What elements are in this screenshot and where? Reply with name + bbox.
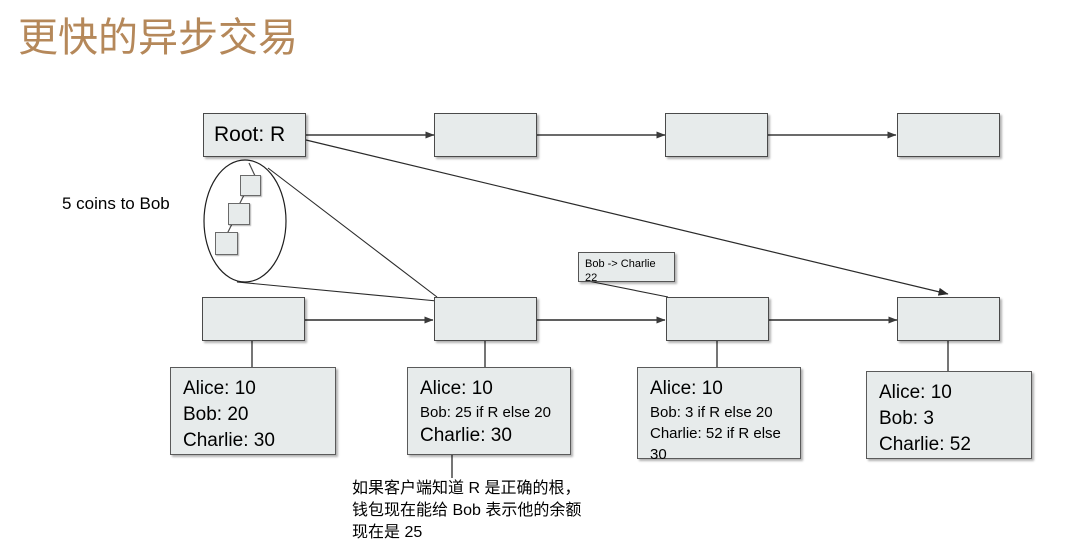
balance-line: Bob: 3 if R else 20 bbox=[650, 404, 773, 421]
bottom-chain-node-4[interactable] bbox=[897, 297, 1000, 341]
transaction-box[interactable]: Bob -> Charlie 22 bbox=[578, 252, 675, 284]
balance-line: Alice: 10 bbox=[420, 378, 493, 399]
balance-line: Charlie: 52 bbox=[879, 434, 971, 455]
balance-line: Charlie: 30 bbox=[183, 430, 275, 451]
balance-line: Bob: 3 bbox=[879, 408, 934, 429]
balance-box-3[interactable]: Alice: 10 Bob: 3 if R else 20 Charlie: 5… bbox=[637, 367, 801, 463]
top-chain-node-1[interactable] bbox=[434, 113, 537, 157]
connector-layer bbox=[203, 131, 949, 478]
balance-line: Alice: 10 bbox=[183, 378, 256, 399]
top-chain-node-3[interactable] bbox=[897, 113, 1000, 157]
balance-line: Bob: 25 if R else 20 bbox=[420, 404, 551, 421]
caption-line-3: 现在是 25 bbox=[352, 524, 423, 541]
balance-box-4[interactable]: Alice: 10 Bob: 3 Charlie: 52 bbox=[866, 371, 1032, 459]
balance-line: Charlie: 30 bbox=[420, 425, 512, 446]
bottom-chain-node-3[interactable] bbox=[666, 297, 769, 341]
caption-line-1: 如果客户端知道 R 是正确的根， bbox=[352, 480, 581, 497]
callout-label: 5 coins to Bob bbox=[62, 194, 170, 213]
balance-line: 30 bbox=[650, 446, 667, 463]
bottom-chain-node-2[interactable] bbox=[434, 297, 537, 341]
callout-line-upper bbox=[267, 167, 438, 298]
bottom-chain-node-1[interactable] bbox=[202, 297, 305, 341]
mini-block-2 bbox=[228, 203, 250, 225]
slide-canvas: 更快的异步交易 Root: R 5 coins to Bob Bob -> Ch… bbox=[0, 0, 1080, 558]
top-chain-node-2[interactable] bbox=[665, 113, 768, 157]
balance-box-2[interactable]: Alice: 10 Bob: 25 if R else 20 Charlie: … bbox=[407, 367, 571, 455]
transaction-amount: 22 bbox=[585, 272, 598, 284]
balance-line: Alice: 10 bbox=[879, 382, 952, 403]
transaction-from-to: Bob -> Charlie bbox=[585, 258, 656, 270]
root-node-label: Root: R bbox=[214, 123, 286, 146]
balance-line: Bob: 20 bbox=[183, 404, 249, 425]
balance-line: Alice: 10 bbox=[650, 378, 723, 399]
balance-box-1[interactable]: Alice: 10 Bob: 20 Charlie: 30 bbox=[170, 367, 336, 455]
mini-block-1 bbox=[240, 175, 261, 196]
mini-block-3 bbox=[215, 232, 238, 255]
caption-line-2: 钱包现在能给 Bob 表示他的余额 bbox=[352, 502, 582, 519]
caption-block: 如果客户端知道 R 是正确的根， 钱包现在能给 Bob 表示他的余额 现在是 2… bbox=[352, 478, 581, 544]
root-node[interactable]: Root: R bbox=[203, 113, 306, 157]
page-title: 更快的异步交易 bbox=[18, 15, 298, 60]
balance-line: Charlie: 52 if R else bbox=[650, 425, 781, 442]
